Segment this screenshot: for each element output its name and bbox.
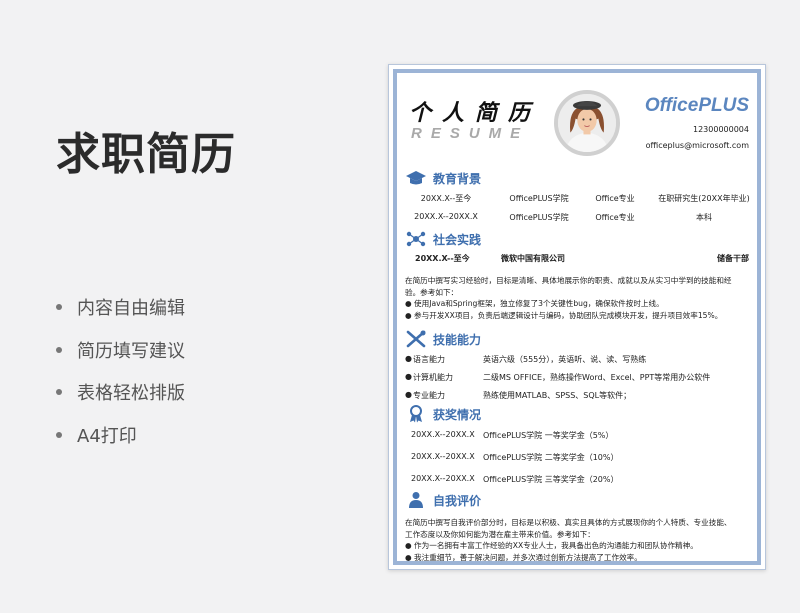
feature-label: 简历填写建议 <box>77 340 185 362</box>
profile-photo <box>554 90 620 156</box>
section-self-eval: 自我评价 <box>405 491 481 509</box>
resume-page: 个人简历 RESUME OfficePLUS 12300000004 offic… <box>388 64 766 570</box>
feature-item: A4打印 <box>56 414 185 457</box>
section-practice: 社会实践 <box>405 230 481 248</box>
feature-list: 内容自由编辑 简历填写建议 表格轻松排版 A4打印 <box>56 286 185 456</box>
section-title: 教育背景 <box>433 171 482 186</box>
resume-title-en: RESUME <box>411 125 530 142</box>
graduation-cap-icon <box>405 169 427 187</box>
feature-label: 内容自由编辑 <box>77 298 185 320</box>
bullet-icon <box>56 431 62 438</box>
practice-description: 在简历中撰写实习经验时，目标是清晰、具体地展示你的职责、成就以及从实习中学到的技… <box>405 276 732 320</box>
contact-email: officeplus@microsoft.com <box>645 141 749 150</box>
feature-item: 内容自由编辑 <box>56 286 185 329</box>
feature-item: 表格轻松排版 <box>56 371 185 414</box>
feature-label: A4打印 <box>77 425 137 447</box>
section-title: 自我评价 <box>433 493 482 508</box>
section-skills: 技能能力 <box>405 330 481 348</box>
feature-label: 表格轻松排版 <box>77 383 185 405</box>
feature-item: 简历填写建议 <box>56 329 185 372</box>
bullet-icon <box>56 304 62 311</box>
tools-icon <box>405 330 427 348</box>
section-education: 教育背景 <box>405 169 481 187</box>
promo-title: 求职简历 <box>56 129 236 180</box>
section-awards: 获奖情况 <box>405 405 481 423</box>
section-title: 社会实践 <box>433 232 482 247</box>
resume-content: 个人简历 RESUME OfficePLUS 12300000004 offic… <box>405 77 751 562</box>
section-title: 技能能力 <box>433 332 482 347</box>
self-eval-text: 在简历中撰写自我评价部分时，目标是以积极、真实且具体的方式展现你的个人特质、专业… <box>405 518 732 562</box>
network-icon <box>405 230 427 248</box>
section-title: 获奖情况 <box>433 407 482 422</box>
bullet-icon <box>56 346 62 353</box>
bullet-icon <box>56 389 62 396</box>
resume-title-cn: 个人简历 <box>409 101 542 126</box>
person-icon <box>405 491 427 509</box>
medal-icon <box>405 405 427 423</box>
brand-logo: OfficePLUS <box>644 95 749 116</box>
contact-phone: 12300000004 <box>693 125 749 134</box>
